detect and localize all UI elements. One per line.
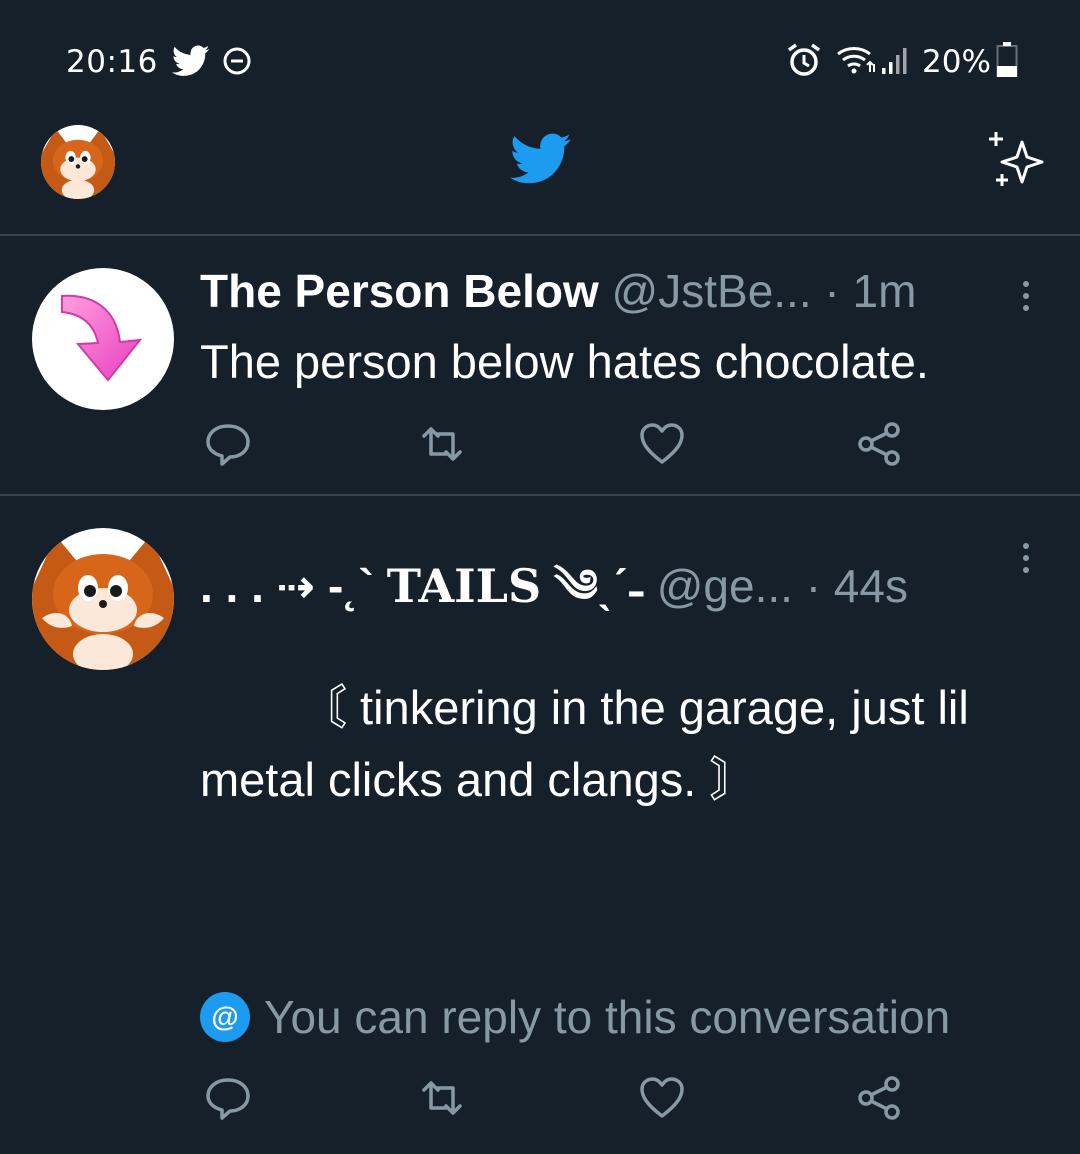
tweet-time[interactable]: 44s [834,560,908,612]
mention-icon: @ [200,992,250,1042]
reply-permission-text: You can reply to this conversation [264,991,951,1043]
reply-icon[interactable] [204,1074,252,1122]
user-handle[interactable]: @JstBe... [612,265,812,317]
twitter-app: 20:16 20% The Person Below @JstBe... · 1… [0,0,1080,1154]
tweet-header: . . . ⇢ -˛` TAILS ༄ˎˊ˗ @ge... · 44s [200,536,908,665]
tweet-avatar[interactable] [32,268,174,410]
retweet-icon[interactable] [418,1074,466,1122]
tweet[interactable]: The Person Below @JstBe... · 1m The pers… [0,236,1080,496]
fox-avatar-icon [32,528,174,670]
wifi-icon [834,44,878,76]
top-app-bar [0,120,1080,236]
status-bar: 20:16 20% [0,0,1080,120]
tweet-avatar[interactable] [32,528,174,670]
reply-permission-note: @ You can reply to this conversation [200,990,950,1046]
more-options-icon[interactable] [1018,540,1034,576]
retweet-icon[interactable] [418,420,466,468]
share-icon[interactable] [856,420,904,468]
tweet-header: The Person Below @JstBe... · 1m [200,264,916,318]
pink-down-arrow-icon [32,268,174,410]
tweet-time[interactable]: 1m [853,265,917,317]
like-heart-icon[interactable] [638,1074,686,1122]
twitter-logo-icon [510,132,572,186]
status-time: 20:16 [66,44,158,80]
display-name-suffix: ༄ˎˊ˗ [554,560,644,612]
tweet-text: The person below hates chocolate. [200,335,929,388]
share-icon[interactable] [856,1074,904,1122]
twitter-bird-icon [172,44,210,78]
sparkle-icon[interactable] [984,126,1048,194]
tweet-text: 〘 tinkering in the garage, just lil meta… [200,681,969,806]
more-options-icon[interactable] [1018,278,1034,314]
profile-avatar-button[interactable] [41,125,115,199]
display-name[interactable]: The Person Below [200,265,599,317]
separator-dot: · [805,560,822,612]
tweet[interactable]: . . . ⇢ -˛` TAILS ༄ˎˊ˗ @ge... · 44s 〘 ti… [0,496,1080,1154]
signal-icon [880,44,914,76]
do-not-disturb-icon [222,46,252,76]
alarm-icon [786,42,822,78]
separator-dot: · [824,265,840,317]
fox-avatar-icon [41,125,115,199]
battery-percent: 20% [922,44,991,80]
user-handle[interactable]: @ge... [657,560,793,612]
display-name-prefix: . . . ⇢ -˛` [200,560,374,612]
battery-icon [996,42,1018,78]
like-heart-icon[interactable] [638,420,686,468]
tweet-actions [200,420,920,468]
display-name[interactable]: TAILS [387,559,542,613]
tweet-actions [200,1074,920,1122]
reply-icon[interactable] [204,420,252,468]
